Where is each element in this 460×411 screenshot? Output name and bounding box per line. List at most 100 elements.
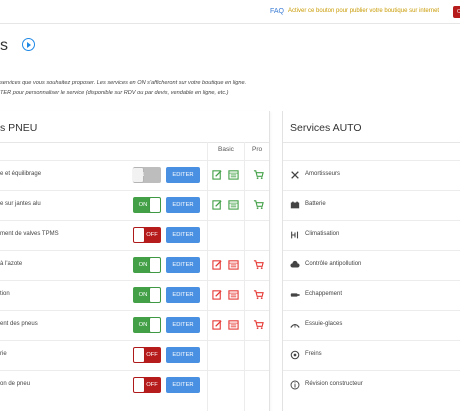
service-label: e sur jantes alu (0, 201, 41, 207)
cart-icon[interactable] (253, 259, 264, 270)
service-toggle[interactable]: ON (133, 317, 161, 333)
toggle-label: OFF (146, 231, 158, 238)
exhaust-icon (290, 293, 300, 297)
toggle-label: ON (138, 201, 148, 208)
toggle-knob (134, 378, 144, 392)
top-bar: FAQ Activer ce bouton pour publier votre… (0, 0, 460, 24)
toggle-label: ON (138, 321, 148, 328)
auto-service-row[interactable]: Echappement (283, 280, 460, 311)
calendar-icon[interactable] (228, 199, 239, 210)
pneu-service-row: ent des pneus ON EDITER (0, 310, 269, 341)
battery-icon (290, 201, 300, 209)
edit-button[interactable]: EDITER (166, 287, 200, 303)
publish-toggle[interactable]: ON (453, 6, 460, 18)
pneu-service-row: on de pneu OFF EDITER (0, 370, 269, 401)
calendar-icon[interactable] (228, 289, 239, 300)
service-toggle[interactable]: OFF (133, 347, 161, 363)
toggle-knob (150, 288, 160, 302)
calendar-icon[interactable] (228, 259, 239, 270)
toggle-label: ON (138, 261, 148, 268)
toggle-label: OFF (146, 351, 158, 358)
edit-note-icon[interactable] (212, 199, 223, 210)
play-video-icon[interactable] (22, 38, 35, 51)
toggle-knob (150, 198, 160, 212)
auto-service-label: Echappement (305, 291, 343, 297)
calendar-icon[interactable] (228, 169, 239, 180)
service-label: rie (0, 351, 7, 357)
edit-button[interactable]: EDITER (166, 317, 200, 333)
service-toggle[interactable]: OFF (133, 227, 161, 243)
edit-button[interactable]: EDITER (166, 257, 200, 273)
toggle-label: OFF (146, 381, 158, 388)
edit-note-icon[interactable] (212, 289, 223, 300)
column-header-basic: Basic (218, 146, 234, 153)
page-description-line2: TER pour personnaliser le service (dispo… (0, 90, 229, 96)
auto-service-row[interactable]: Amortisseurs (283, 160, 460, 191)
service-toggle[interactable]: ON (133, 197, 161, 213)
auto-service-row[interactable]: Révision constructeur (283, 370, 460, 401)
cart-icon[interactable] (253, 169, 264, 180)
pneu-service-row: à l'azote ON EDITER (0, 250, 269, 281)
service-label: ent des pneus (0, 321, 38, 327)
service-toggle[interactable]: OFF (133, 377, 161, 393)
toggle-knob (134, 348, 144, 362)
publish-hint: Activer ce bouton pour publier votre bou… (288, 8, 440, 14)
climate-icon (291, 231, 299, 239)
service-label: e et équilibrage (0, 171, 42, 177)
service-toggle[interactable]: ON (133, 257, 161, 273)
edit-note-icon[interactable] (212, 319, 223, 330)
service-label: à l'azote (0, 261, 23, 267)
toggle-knob (133, 168, 143, 182)
edit-button[interactable]: EDITER (166, 197, 200, 213)
service-label: ment de valves TPMS (0, 231, 59, 237)
cart-icon[interactable] (253, 289, 264, 300)
auto-services-panel: Services AUTO Amortisseurs Batterie Climat… (282, 111, 460, 411)
column-header-pro: Pro (252, 146, 263, 153)
auto-panel-title: Services AUTO (290, 122, 362, 134)
edit-note-icon[interactable] (212, 259, 223, 270)
auto-service-row[interactable]: Batterie (283, 190, 460, 221)
page-title: s (0, 37, 8, 54)
pneu-service-row: e et équilibrage ON EDITER (0, 160, 269, 191)
pneu-service-row: tion ON EDITER (0, 280, 269, 311)
edit-button[interactable]: EDITER (166, 227, 200, 243)
faq-link[interactable]: FAQ (270, 8, 284, 15)
auto-service-row[interactable]: Climatisation (283, 220, 460, 251)
cart-icon[interactable] (253, 199, 264, 210)
auto-service-label: Batterie (305, 201, 326, 207)
auto-service-row[interactable]: Essuie-glaces (283, 310, 460, 341)
service-toggle[interactable]: ON (133, 167, 161, 183)
brake-icon (290, 350, 300, 360)
toggle-knob (150, 318, 160, 332)
edit-note-icon[interactable] (212, 169, 223, 180)
toggle-knob (150, 258, 160, 272)
edit-button[interactable]: EDITER (166, 347, 200, 363)
auto-service-label: Freins (305, 351, 322, 357)
pneu-services-panel: s PNEU Basic Pro e et équilibrage ON EDITE… (0, 111, 270, 411)
pneu-service-row: ment de valves TPMS OFF EDITER (0, 220, 269, 251)
edit-button[interactable]: EDITER (166, 167, 200, 183)
pneu-service-row: rie OFF EDITER (0, 340, 269, 371)
edit-button[interactable]: EDITER (166, 377, 200, 393)
auto-service-row[interactable]: Freins (283, 340, 460, 371)
page-description-line1: services que vous souhaitez proposer. Le… (0, 80, 247, 86)
auto-service-row[interactable]: Contrôle antipollution (283, 250, 460, 281)
auto-service-label: Essuie-glaces (305, 321, 343, 327)
service-label: on de pneu (0, 381, 31, 387)
auto-service-label: Révision constructeur (305, 381, 363, 387)
info-icon (290, 380, 300, 390)
auto-service-label: Amortisseurs (305, 171, 341, 177)
service-label: tion (0, 291, 10, 297)
service-toggle[interactable]: ON (133, 287, 161, 303)
pneu-service-row: e sur jantes alu ON EDITER (0, 190, 269, 221)
toggle-knob (134, 228, 144, 242)
auto-service-label: Contrôle antipollution (305, 261, 362, 267)
auto-service-label: Climatisation (305, 231, 340, 237)
toggle-label: ON (138, 291, 148, 298)
calendar-icon[interactable] (228, 319, 239, 330)
pollution-cloud-icon (290, 260, 300, 268)
pneu-panel-title: s PNEU (0, 122, 38, 134)
cart-icon[interactable] (253, 319, 264, 330)
tools-icon (291, 171, 299, 179)
wiper-icon (290, 324, 300, 328)
